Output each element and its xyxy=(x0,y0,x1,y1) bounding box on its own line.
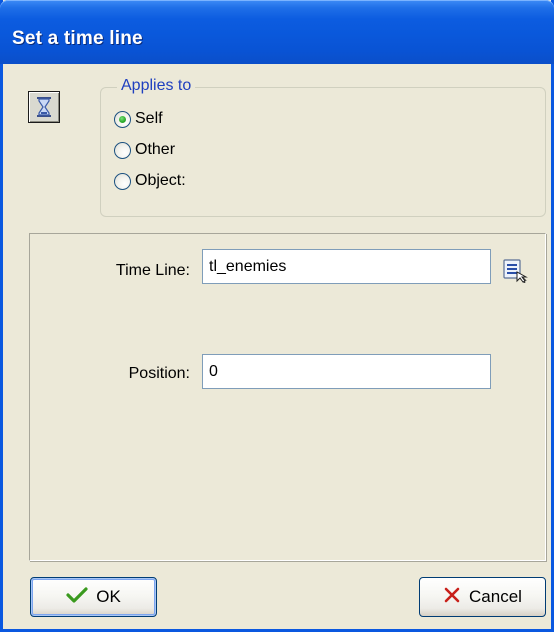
time-line-field[interactable] xyxy=(202,249,491,284)
radio-object-label: Object: xyxy=(135,172,186,189)
radio-self-label: Self xyxy=(135,110,163,127)
cancel-button[interactable]: Cancel xyxy=(419,577,546,617)
position-label: Position: xyxy=(128,365,190,382)
radio-other-button[interactable] xyxy=(114,141,131,159)
applies-to-legend: Applies to xyxy=(117,77,196,95)
radio-self-button[interactable] xyxy=(114,110,131,128)
radio-self[interactable]: Self xyxy=(114,108,163,130)
radio-object[interactable]: Object: xyxy=(114,170,186,192)
dialog-window: Set a time line Applies to Self Other Ob… xyxy=(0,0,554,632)
cancel-label: Cancel xyxy=(469,587,522,606)
title-bar[interactable]: Set a time line xyxy=(0,0,554,64)
time-line-label: Time Line: xyxy=(115,262,190,279)
dialog-body: Applies to Self Other Object: Time Line: xyxy=(3,64,551,629)
arguments-panel: Time Line: Position: xyxy=(29,233,546,561)
applies-to-group: Applies to Self Other Object: xyxy=(100,77,546,217)
position-field[interactable] xyxy=(202,354,491,389)
radio-other[interactable]: Other xyxy=(114,139,175,161)
x-icon xyxy=(443,586,461,609)
checkmark-icon xyxy=(66,586,88,609)
ok-button[interactable]: OK xyxy=(30,577,157,617)
hourglass-icon xyxy=(28,91,60,123)
radio-other-label: Other xyxy=(135,141,176,158)
radio-object-button[interactable] xyxy=(114,172,131,190)
ok-label: OK xyxy=(96,587,121,606)
window-title: Set a time line xyxy=(12,28,143,49)
list-menu-icon[interactable] xyxy=(502,257,528,284)
